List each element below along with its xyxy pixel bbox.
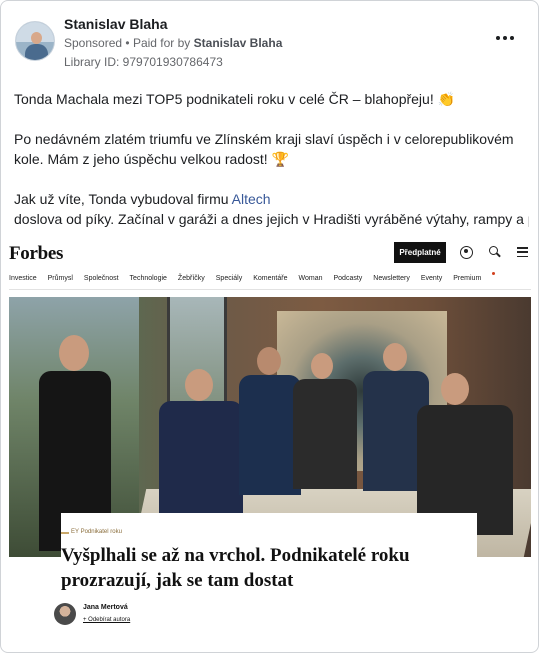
nav-item-premium[interactable]: Premium <box>453 275 481 289</box>
search-icon[interactable] <box>489 246 501 258</box>
post-text: Tonda Machala mezi TOP5 podnikateli roku… <box>14 89 529 229</box>
post-paragraph-1: Tonda Machala mezi TOP5 podnikateli roku… <box>14 91 456 107</box>
subscribe-button[interactable]: Předplatné <box>394 242 446 263</box>
byline-name[interactable]: Jana Mertová <box>83 604 128 611</box>
more-dot-icon <box>496 36 500 40</box>
separator-dot: • <box>125 36 130 50</box>
post-paragraph-3: Jak už víte, Tonda vybudoval firmu Altec… <box>14 189 529 229</box>
nav-item-zebricky[interactable]: Žebříčky <box>178 275 205 289</box>
post-header: Stanislav Blaha Sponsored • Paid for by … <box>13 13 526 73</box>
user-icon[interactable] <box>460 246 473 259</box>
article-kicker: EY Podnikatel roku <box>71 529 122 535</box>
author-name[interactable]: Stanislav Blaha <box>64 16 168 32</box>
paragraph-3-rest: doslova od píky. Začínal v garáži a dnes… <box>14 211 529 227</box>
search-handle <box>496 252 501 258</box>
payer-name: Stanislav Blaha <box>193 36 283 50</box>
kicker-bar <box>61 532 69 534</box>
nav-item-technologie[interactable]: Technologie <box>130 275 167 289</box>
paragraph-3-lead: Jak už víte, Tonda vybudoval firmu <box>14 191 232 207</box>
article-headline[interactable]: Vyšplhali se až na vrchol. Podnikatelé r… <box>61 543 477 593</box>
nav-item-woman[interactable]: Woman <box>298 275 322 289</box>
sponsored-label: Sponsored <box>64 36 123 50</box>
avatar-body <box>25 44 48 60</box>
premium-dot <box>492 272 495 275</box>
avatar[interactable] <box>15 21 55 61</box>
nav-item-investice[interactable]: Investice <box>9 275 37 289</box>
library-id: Library ID: 979701930786473 <box>64 55 223 69</box>
paid-for-label: Paid for by <box>132 36 191 50</box>
nav-divider <box>9 289 531 290</box>
nav-item-specialy[interactable]: Speciály <box>216 275 242 289</box>
avatar-head <box>31 32 42 44</box>
menu-line <box>517 255 528 257</box>
ad-card: Stanislav Blaha Sponsored • Paid for by … <box>0 0 539 653</box>
menu-line <box>517 251 528 253</box>
more-dot-icon <box>503 36 507 40</box>
nav-item-podcasty[interactable]: Podcasty <box>333 275 362 289</box>
nav-item-newslettery[interactable]: Newslettery <box>373 275 410 289</box>
forbes-logo: Forbes <box>9 243 64 264</box>
more-options-button[interactable] <box>494 31 516 45</box>
nav-item-spolecnost[interactable]: Společnost <box>84 275 119 289</box>
nav-item-prumysl[interactable]: Průmysl <box>48 275 73 289</box>
hamburger-menu-icon[interactable] <box>517 247 528 257</box>
post-paragraph-2: Po nedávném zlatém triumfu ve Zlínském k… <box>14 131 514 167</box>
headline-card: EY Podnikatel roku Vyšplhali se až na vr… <box>54 513 477 645</box>
forbes-nav: Investice Průmysl Společnost Technologie… <box>9 275 531 289</box>
nav-item-eventy[interactable]: Eventy <box>421 275 442 289</box>
altech-link[interactable]: Altech <box>232 191 271 207</box>
article-preview-image[interactable]: Forbes Předplatné Investice Průmysl Spol… <box>9 237 531 645</box>
more-dot-icon <box>510 36 514 40</box>
follow-author-link[interactable]: + Odebírat autora <box>83 617 130 623</box>
author-avatar <box>54 603 76 625</box>
menu-line <box>517 247 528 249</box>
nav-item-komentare[interactable]: Komentáře <box>253 275 287 289</box>
sponsored-line: Sponsored • Paid for by Stanislav Blaha <box>64 36 282 50</box>
